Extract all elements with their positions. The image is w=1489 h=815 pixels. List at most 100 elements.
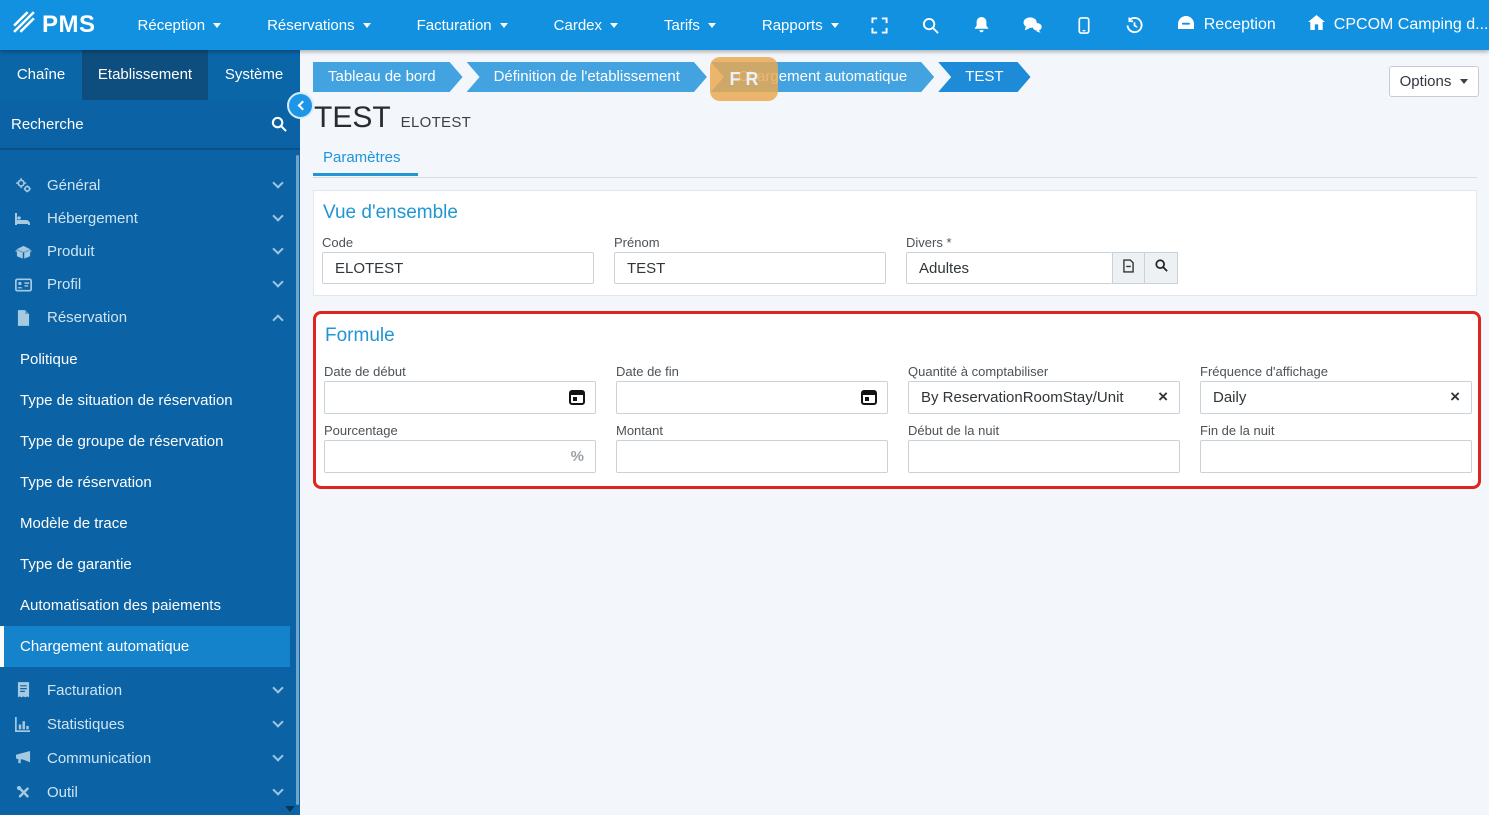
sidebar-item-type-situation-reservation[interactable]: Type de situation de réservation <box>0 380 300 421</box>
inbox-tray-icon <box>1177 15 1195 35</box>
pourcentage-input[interactable] <box>324 440 596 473</box>
percent-suffix: % <box>570 448 584 465</box>
chat-icon[interactable] <box>1023 17 1043 33</box>
divers-input[interactable] <box>906 252 1112 284</box>
breadcrumb-test[interactable]: TEST <box>938 62 1030 92</box>
tab-divider <box>313 177 1477 178</box>
debut-nuit-input[interactable] <box>908 440 1180 473</box>
top-navbar: PMS Réception Réservations Facturation C… <box>0 0 1489 50</box>
code-input[interactable] <box>322 252 594 284</box>
tab-systeme[interactable]: Système <box>208 50 300 100</box>
chevron-down-icon <box>272 276 284 288</box>
menu-cardex[interactable]: Cardex <box>554 17 619 34</box>
chevron-down-icon <box>272 681 284 694</box>
date-debut-input[interactable] <box>324 381 596 414</box>
field-code: Code <box>322 235 594 284</box>
menu-reservations[interactable]: Réservations <box>267 17 371 34</box>
field-divers: Divers * <box>906 235 1178 284</box>
field-label: Montant <box>616 423 663 438</box>
menu-tarifs[interactable]: Tarifs <box>664 17 716 34</box>
sidebar-collapse-button[interactable] <box>287 92 314 119</box>
sidebar-item-communication[interactable]: Communication <box>0 741 300 775</box>
property-selector[interactable]: CPCOM Camping d... <box>1307 15 1489 35</box>
calendar-icon[interactable] <box>861 390 877 405</box>
prenom-input[interactable] <box>614 252 886 284</box>
sidebar-item-profil[interactable]: Profil <box>0 268 300 301</box>
sidebar-item-reservation[interactable]: Réservation <box>0 301 300 334</box>
open-record-button[interactable] <box>1112 252 1145 284</box>
field-label: Date de fin <box>616 364 679 379</box>
sidebar-item-produit[interactable]: Produit <box>0 235 300 268</box>
sidebar-item-chargement-automatique[interactable]: Chargement automatique <box>0 626 290 667</box>
menu-reception[interactable]: Réception <box>138 17 222 34</box>
sidebar-search[interactable]: Recherche <box>0 100 300 150</box>
sidebar-item-facturation[interactable]: Facturation <box>0 673 300 707</box>
scope-tabs: Chaîne Etablissement Système <box>0 50 300 100</box>
reception-workstation[interactable]: Reception <box>1177 15 1276 35</box>
notifications-bell-icon[interactable] <box>972 17 992 33</box>
sidebar-sections-top: Général Hébergement Produit Profil Réser… <box>0 169 300 334</box>
field-fin-nuit: Fin de la nuit <box>1200 423 1472 473</box>
tab-etablissement[interactable]: Etablissement <box>82 50 208 100</box>
bed-icon <box>13 211 33 226</box>
pms-logo[interactable]: PMS <box>12 10 96 40</box>
field-montant: Montant <box>616 423 888 473</box>
main-content: Tableau de bord Définition de l'etabliss… <box>300 50 1489 815</box>
search-icon <box>1154 259 1168 277</box>
options-button[interactable]: Options <box>1389 66 1479 97</box>
lookup-button[interactable] <box>1145 252 1178 284</box>
field-label: Quantité à comptabiliser <box>908 364 1049 379</box>
sidebar-item-general[interactable]: Général <box>0 169 300 202</box>
menu-facturation[interactable]: Facturation <box>417 17 508 34</box>
id-card-icon <box>13 277 33 292</box>
field-label: Divers * <box>906 235 952 250</box>
search-placeholder: Recherche <box>11 116 84 133</box>
gears-icon <box>13 177 33 194</box>
reception-label: Reception <box>1203 16 1276 33</box>
caret-down-icon <box>213 22 222 28</box>
sidebar-item-type-groupe-reservation[interactable]: Type de groupe de réservation <box>0 421 300 462</box>
tab-chaine[interactable]: Chaîne <box>0 50 82 100</box>
sidebar-item-modele-de-trace[interactable]: Modèle de trace <box>0 503 300 544</box>
sidebar-item-type-de-garantie[interactable]: Type de garantie <box>0 544 300 585</box>
sidebar-item-statistiques[interactable]: Statistiques <box>0 707 300 741</box>
clear-icon[interactable]: × <box>1158 387 1168 407</box>
chevron-down-icon <box>272 243 284 255</box>
sidebar-item-automatisation-des-paiements[interactable]: Automatisation des paiements <box>0 585 300 626</box>
search-icon[interactable] <box>921 17 941 34</box>
menu-rapports[interactable]: Rapports <box>762 17 839 34</box>
calendar-icon[interactable] <box>569 390 585 405</box>
clear-icon[interactable]: × <box>1450 387 1460 407</box>
pms-logo-icon <box>12 10 37 40</box>
mobile-device-icon[interactable] <box>1074 16 1094 34</box>
fullscreen-icon[interactable] <box>870 16 890 34</box>
sidebar-item-type-reservation[interactable]: Type de réservation <box>0 462 300 503</box>
settings-sidebar: Recherche Général Hébergement Produit Pr… <box>0 100 300 815</box>
scroll-down-arrow-icon[interactable] <box>285 806 295 812</box>
record-title: TEST <box>314 101 391 134</box>
sidebar-item-outil[interactable]: Outil <box>0 775 300 809</box>
search-icon[interactable] <box>271 116 287 137</box>
caret-down-icon <box>1460 79 1469 84</box>
field-label: Prénom <box>614 235 660 250</box>
quantite-combobox[interactable] <box>908 381 1180 414</box>
language-badge[interactable]: FR <box>710 57 778 101</box>
sidebar-scrollbar[interactable] <box>296 155 299 805</box>
sidebar-item-politique[interactable]: Politique <box>0 339 300 380</box>
frequence-combobox[interactable] <box>1200 381 1472 414</box>
history-icon[interactable] <box>1125 16 1145 34</box>
chevron-up-icon <box>272 314 284 326</box>
caret-down-icon <box>830 22 839 28</box>
field-label: Pourcentage <box>324 423 398 438</box>
fin-nuit-input[interactable] <box>1200 440 1472 473</box>
breadcrumb-tableau-de-bord[interactable]: Tableau de bord <box>313 62 463 92</box>
sidebar-item-hebergement[interactable]: Hébergement <box>0 202 300 235</box>
top-menu: Réception Réservations Facturation Carde… <box>138 17 839 34</box>
date-fin-input[interactable] <box>616 381 888 414</box>
montant-input[interactable] <box>616 440 888 473</box>
tools-icon <box>13 785 33 800</box>
overview-section: Vue d'ensemble Code Prénom Divers * <box>313 190 1477 296</box>
tab-parametres[interactable]: Paramètres <box>313 149 418 176</box>
breadcrumb-definition-etablissement[interactable]: Définition de l'etablissement <box>467 62 707 92</box>
home-icon <box>1307 15 1325 35</box>
